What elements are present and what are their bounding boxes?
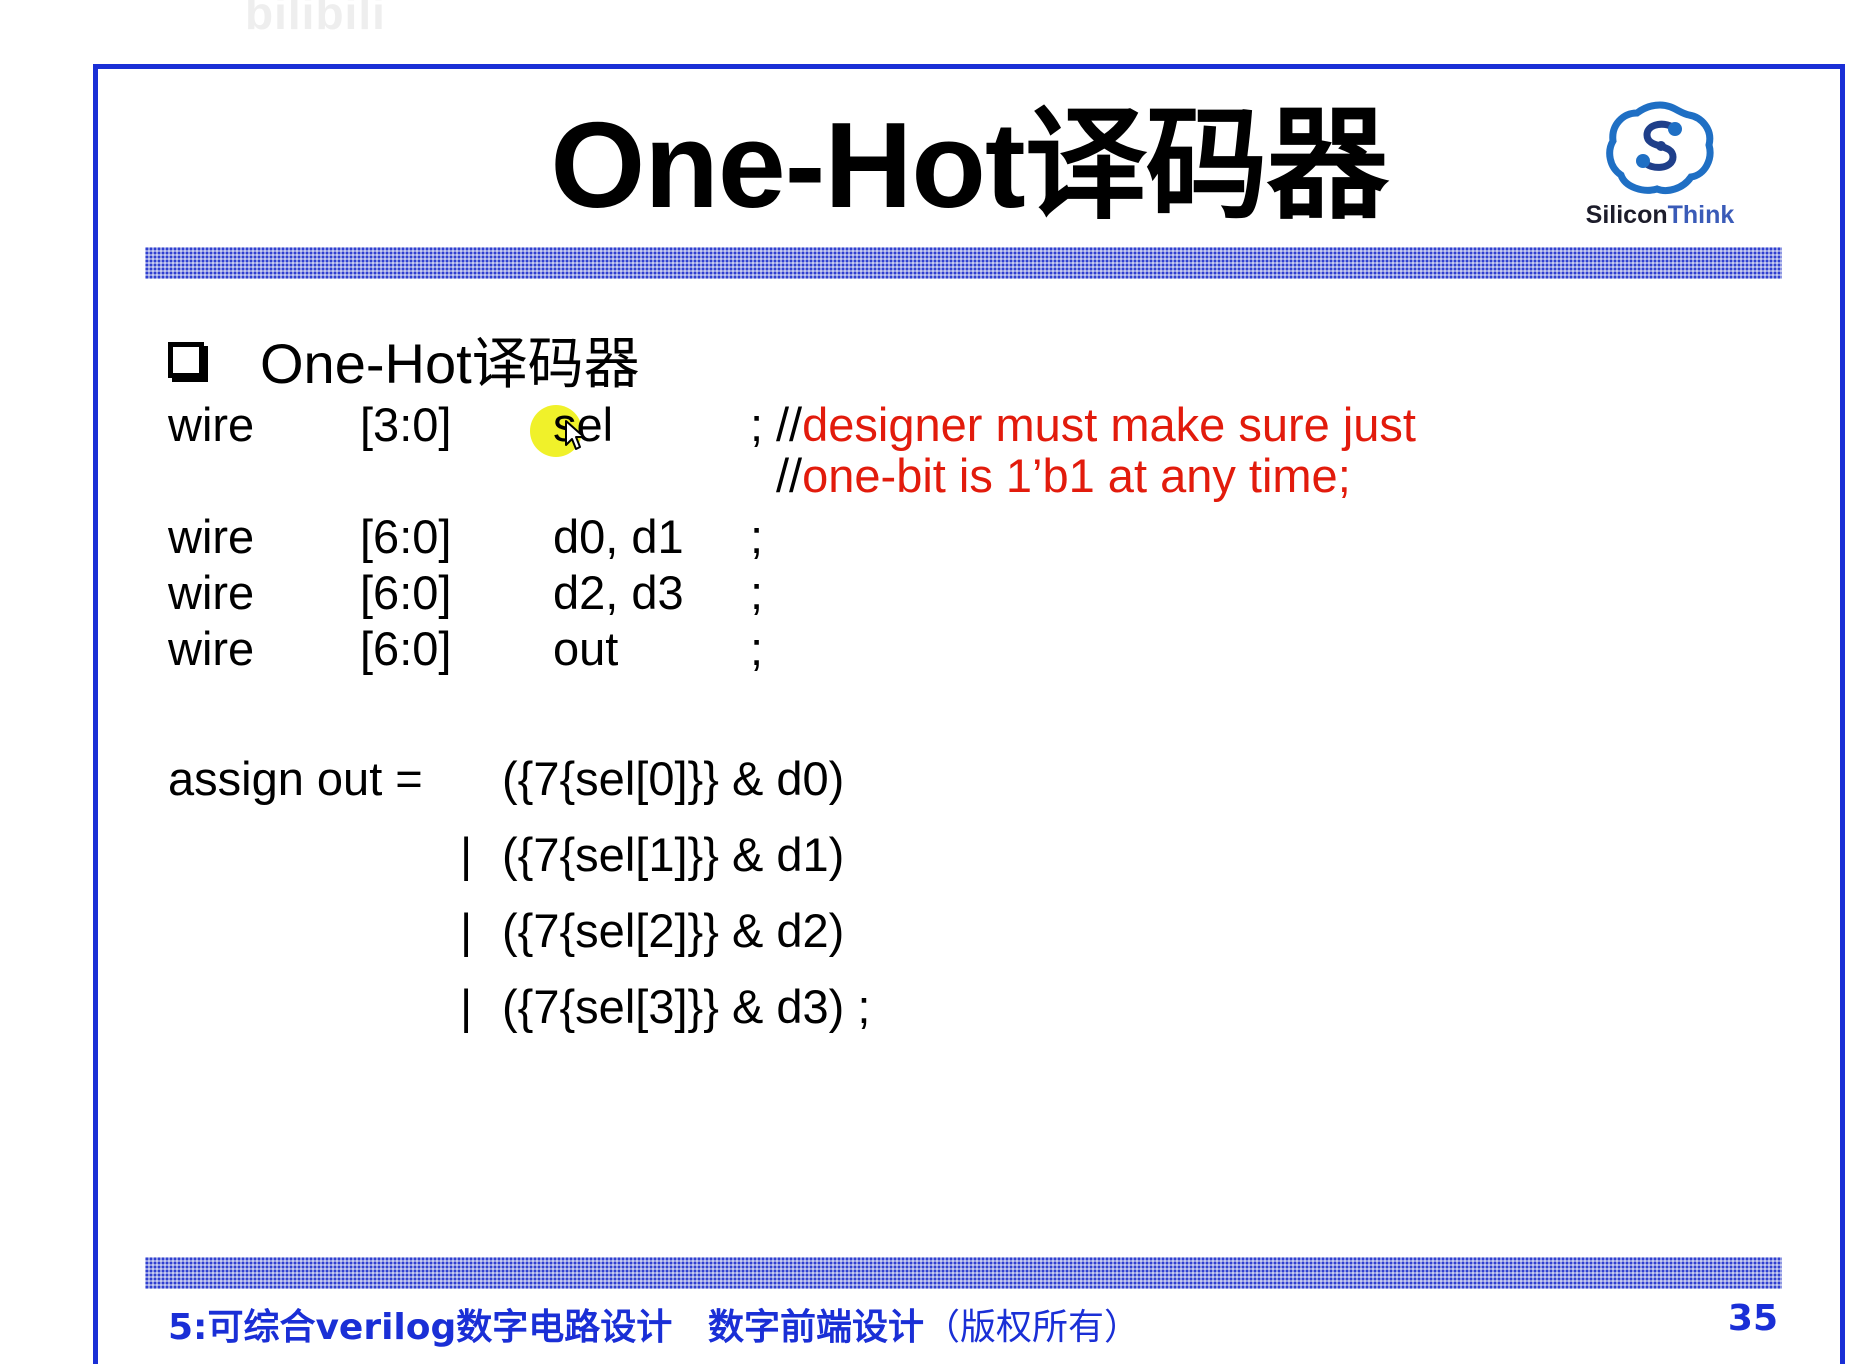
wire-name-3: out	[553, 622, 619, 675]
wire-kw-1: wire	[168, 510, 255, 563]
assign-op-3: |	[460, 904, 473, 957]
logo-icon	[1606, 101, 1714, 194]
wire-kw-3: wire	[168, 622, 255, 675]
square-bullet-icon	[168, 341, 204, 378]
sel-range: [3:0]	[360, 398, 452, 451]
wire-range-1: [6:0]	[360, 510, 452, 563]
silicon-think-logo: SiliconThink	[1570, 99, 1750, 230]
assign-op-4: |	[460, 980, 473, 1033]
bullet-heading: One-Hot译码器	[168, 319, 640, 400]
comment-slashes-2: //	[776, 449, 803, 502]
comment-text-2: one-bit is 1’b1 at any time;	[802, 449, 1351, 502]
logo-text-think: Think	[1667, 201, 1735, 229]
assign-term-2: ({7{sel[1]}} & d1)	[502, 828, 845, 881]
sel-kw: wire	[168, 398, 255, 451]
slide: One-Hot译码器 SiliconThink One-Hot译码器 wire …	[93, 64, 1845, 1364]
top-dotted-band	[145, 247, 1782, 279]
comment-line-1: //designer must make sure just	[776, 397, 1416, 452]
wire-semi-3: ;	[750, 622, 764, 675]
comment-line-2: //one-bit is 1’b1 at any time;	[776, 448, 1351, 503]
footer-rights: （版权所有）	[924, 1307, 1141, 1348]
bullet-text: One-Hot译码器	[260, 332, 640, 395]
watermark: bilibili	[245, 0, 386, 39]
assign-term-3: ({7{sel[2]}} & d2)	[502, 904, 845, 957]
wire-semi-2: ;	[750, 566, 764, 619]
page-number: 35	[1727, 1298, 1778, 1339]
assign-term-1: ({7{sel[0]}} & d0)	[502, 752, 845, 805]
sel-semicolon: ;	[750, 398, 764, 451]
logo-text-silicon: Silicon	[1585, 201, 1668, 229]
wire-kw-2: wire	[168, 566, 255, 619]
assign-lhs: assign out =	[168, 752, 423, 805]
mouse-pointer-icon	[565, 420, 585, 450]
bottom-dotted-band	[145, 1257, 1782, 1289]
footer-subtitle: 数字前端设计（版权所有）	[708, 1298, 1140, 1350]
logo-text: SiliconThink	[1570, 201, 1750, 230]
footer-subtitle-text: 数字前端设计	[708, 1307, 925, 1348]
comment-slashes-1: //	[776, 398, 803, 451]
wire-range-3: [6:0]	[360, 622, 452, 675]
assign-term-4: ({7{sel[3]}} & d3) ;	[502, 980, 871, 1033]
footer-course: 5:可综合verilog数字电路设计	[168, 1307, 673, 1348]
wire-semi-1: ;	[750, 510, 764, 563]
wire-range-2: [6:0]	[360, 566, 452, 619]
wire-name-2: d2, d3	[553, 566, 684, 619]
assign-op-2: |	[460, 828, 473, 881]
wire-name-1: d0, d1	[553, 510, 684, 563]
comment-text-1: designer must make sure just	[802, 398, 1416, 451]
